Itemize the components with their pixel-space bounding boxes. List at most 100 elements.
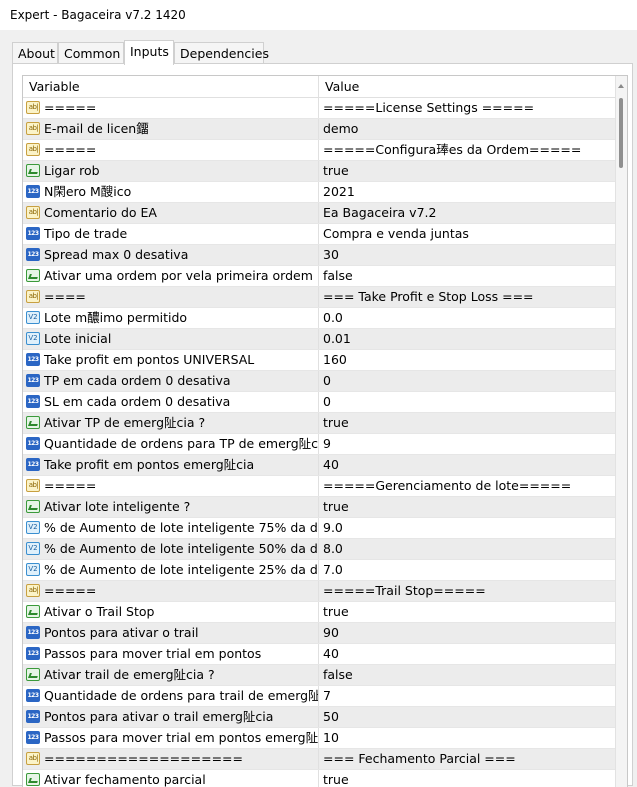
- input-row[interactable]: Lote m醲imo permitido0.0: [23, 308, 617, 329]
- int-icon: [26, 374, 40, 387]
- int-icon: [26, 227, 40, 240]
- input-row[interactable]: ====================== Fechamento Parcia…: [23, 749, 617, 770]
- variable-value[interactable]: 2021: [323, 182, 613, 202]
- variable-value[interactable]: =====Gerenciamento de lote=====: [323, 476, 613, 496]
- variable-name: Pontos para ativar o trail: [43, 623, 319, 643]
- scroll-thumb[interactable]: [619, 98, 623, 168]
- input-row[interactable]: ==========Configura琫es da Ordem=====: [23, 140, 617, 161]
- input-row[interactable]: Comentario do EAEa Bagaceira v7.2: [23, 203, 617, 224]
- variable-name: Ativar o Trail Stop: [43, 602, 319, 622]
- variable-value[interactable]: true: [323, 602, 613, 622]
- variable-name: =====: [43, 476, 319, 496]
- input-row[interactable]: ==========License Settings =====: [23, 98, 617, 119]
- input-row[interactable]: ==========Gerenciamento de lote=====: [23, 476, 617, 497]
- string-icon: [26, 101, 40, 114]
- tab-about[interactable]: About: [12, 42, 58, 63]
- input-row[interactable]: Ativar fechamento parcial true: [23, 770, 617, 787]
- input-row[interactable]: Pontos para ativar o trail90: [23, 623, 617, 644]
- bool-icon: [26, 269, 40, 282]
- variable-value[interactable]: === Take Profit e Stop Loss ===: [323, 287, 613, 307]
- input-row[interactable]: Take profit em pontos emerg阯cia40: [23, 455, 617, 476]
- int-icon: [26, 353, 40, 366]
- input-row[interactable]: % de Aumento de lote inteligente 50% da …: [23, 539, 617, 560]
- variable-value[interactable]: 160: [323, 350, 613, 370]
- scroll-up-arrow-icon[interactable]: [618, 84, 624, 88]
- variable-value[interactable]: =====Trail Stop=====: [323, 581, 613, 601]
- input-row[interactable]: Spread max 0 desativa30: [23, 245, 617, 266]
- string-icon: [26, 206, 40, 219]
- variable-value[interactable]: Ea Bagaceira v7.2: [323, 203, 613, 223]
- variable-value[interactable]: false: [323, 665, 613, 685]
- input-row[interactable]: Ativar lote inteligente ? true: [23, 497, 617, 518]
- input-row[interactable]: Ativar o Trail Stop true: [23, 602, 617, 623]
- variable-name: Quantidade de ordens para TP de emerg阯ci…: [43, 434, 319, 454]
- tab-common[interactable]: Common: [58, 42, 124, 63]
- input-row[interactable]: Passos para mover trial em pontos40: [23, 644, 617, 665]
- bool-icon: [26, 668, 40, 681]
- variable-name: Quantidade de ordens para trail de emerg…: [43, 686, 319, 706]
- input-row[interactable]: Tipo de tradeCompra e venda juntas: [23, 224, 617, 245]
- variable-value[interactable]: 9.0: [323, 518, 613, 538]
- int-icon: [26, 626, 40, 639]
- variable-value[interactable]: 90: [323, 623, 613, 643]
- input-row[interactable]: Ligar rob true: [23, 161, 617, 182]
- variable-value[interactable]: true: [323, 413, 613, 433]
- input-row[interactable]: % de Aumento de lote inteligente 25% da …: [23, 560, 617, 581]
- variable-value[interactable]: 8.0: [323, 539, 613, 559]
- variable-value[interactable]: === Fechamento Parcial ===: [323, 749, 613, 769]
- input-row[interactable]: Lote inicial0.01: [23, 329, 617, 350]
- input-row[interactable]: Take profit em pontos UNIVERSAL160: [23, 350, 617, 371]
- double-icon: [26, 563, 40, 576]
- input-row[interactable]: Ativar uma ordem por vela primeira ordem…: [23, 266, 617, 287]
- input-row[interactable]: SL em cada ordem 0 desativa0: [23, 392, 617, 413]
- variable-name: TP em cada ordem 0 desativa: [43, 371, 319, 391]
- input-row[interactable]: Ativar trail de emerg阯cia ? false: [23, 665, 617, 686]
- variable-value[interactable]: demo: [323, 119, 613, 139]
- input-row[interactable]: Pontos para ativar o trail emerg阯cia50: [23, 707, 617, 728]
- input-row[interactable]: N閑ero M醙ico2021: [23, 182, 617, 203]
- variable-value[interactable]: 0: [323, 371, 613, 391]
- variable-name: Passos para mover trial em pontos: [43, 644, 319, 664]
- variable-value[interactable]: 7: [323, 686, 613, 706]
- variable-name: =====: [43, 581, 319, 601]
- string-icon: [26, 752, 40, 765]
- tab-inputs[interactable]: Inputs: [124, 40, 174, 65]
- input-row[interactable]: % de Aumento de lote inteligente 75% da …: [23, 518, 617, 539]
- input-row[interactable]: ==========Trail Stop=====: [23, 581, 617, 602]
- input-row[interactable]: Quantidade de ordens para trail de emerg…: [23, 686, 617, 707]
- column-header-variable[interactable]: Variable: [23, 76, 319, 97]
- variable-value[interactable]: true: [323, 770, 613, 787]
- tab-dependencies[interactable]: Dependencies: [174, 42, 269, 63]
- variable-value[interactable]: =====Configura琫es da Ordem=====: [323, 140, 613, 160]
- variable-value[interactable]: 7.0: [323, 560, 613, 580]
- input-row[interactable]: ======= Take Profit e Stop Loss ===: [23, 287, 617, 308]
- variable-value[interactable]: 10: [323, 728, 613, 748]
- variable-value[interactable]: =====License Settings =====: [323, 98, 613, 118]
- vertical-scrollbar[interactable]: [615, 76, 627, 787]
- variable-value[interactable]: 40: [323, 455, 613, 475]
- variable-name: Lote inicial: [43, 329, 319, 349]
- variable-name: Spread max 0 desativa: [43, 245, 319, 265]
- variable-value[interactable]: Compra e venda juntas: [323, 224, 613, 244]
- input-row[interactable]: E-mail de licen鐂demo: [23, 119, 617, 140]
- variable-value[interactable]: 0.01: [323, 329, 613, 349]
- input-row[interactable]: Quantidade de ordens para TP de emerg阯ci…: [23, 434, 617, 455]
- variable-value[interactable]: 50: [323, 707, 613, 727]
- variable-value[interactable]: false: [323, 266, 613, 286]
- variable-value[interactable]: 9: [323, 434, 613, 454]
- input-row[interactable]: Ativar TP de emerg阯cia ? true: [23, 413, 617, 434]
- column-header-value[interactable]: Value: [319, 76, 617, 97]
- variable-value[interactable]: 0.0: [323, 308, 613, 328]
- variable-value[interactable]: 30: [323, 245, 613, 265]
- int-icon: [26, 437, 40, 450]
- string-icon: [26, 479, 40, 492]
- variable-name: ===================: [43, 749, 319, 769]
- input-row[interactable]: Passos para mover trial em pontos emerg阯…: [23, 728, 617, 749]
- variable-value[interactable]: true: [323, 497, 613, 517]
- variable-value[interactable]: 0: [323, 392, 613, 412]
- input-row[interactable]: TP em cada ordem 0 desativa0: [23, 371, 617, 392]
- variable-name: Ativar trail de emerg阯cia ?: [43, 665, 319, 685]
- variable-value[interactable]: 40: [323, 644, 613, 664]
- double-icon: [26, 542, 40, 555]
- variable-value[interactable]: true: [323, 161, 613, 181]
